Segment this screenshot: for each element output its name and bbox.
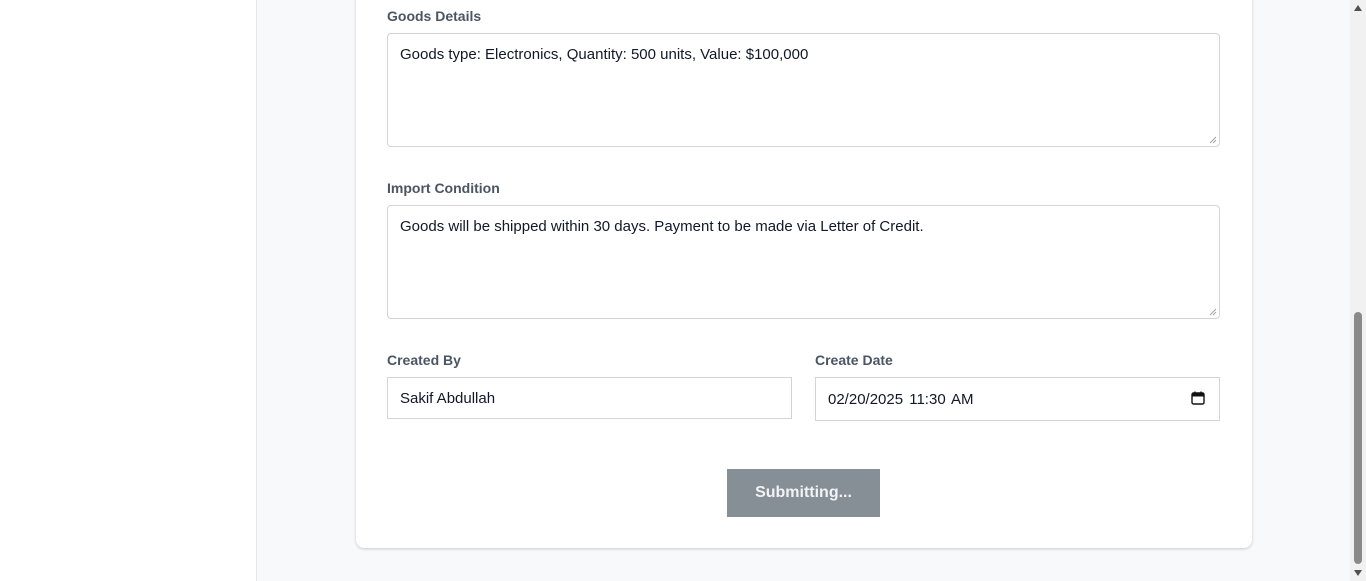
scroll-down-arrow-icon[interactable] [1353,569,1363,577]
scroll-up-arrow-icon[interactable] [1353,4,1363,12]
create-date-value: 02/20/2025 11:30 AM [828,390,974,408]
created-by-label: Created By [387,352,461,368]
submit-button[interactable]: Submitting... [727,469,880,517]
sidebar [0,0,257,581]
created-by-input[interactable]: Sakif Abdullah [387,377,792,419]
scrollbar-thumb[interactable] [1354,312,1362,564]
form-card: Goods Details Goods type: Electronics, Q… [356,0,1252,548]
goods-details-value: Goods type: Electronics, Quantity: 500 u… [400,46,809,63]
import-condition-textarea[interactable]: Goods will be shipped within 30 days. Pa… [387,205,1220,319]
create-date-input[interactable]: 02/20/2025 11:30 AM [815,377,1220,421]
vertical-scrollbar[interactable] [1350,0,1366,581]
resize-grip-icon[interactable] [1209,308,1217,316]
import-condition-label: Import Condition [387,180,500,196]
goods-details-label: Goods Details [387,8,482,24]
main-content: Goods Details Goods type: Electronics, Q… [257,0,1350,581]
calendar-icon[interactable] [1191,391,1205,405]
goods-details-textarea[interactable]: Goods type: Electronics, Quantity: 500 u… [387,33,1220,147]
create-date-label: Create Date [815,352,893,368]
created-by-value: Sakif Abdullah [400,389,496,407]
import-condition-value: Goods will be shipped within 30 days. Pa… [400,218,924,235]
resize-grip-icon[interactable] [1209,136,1217,144]
